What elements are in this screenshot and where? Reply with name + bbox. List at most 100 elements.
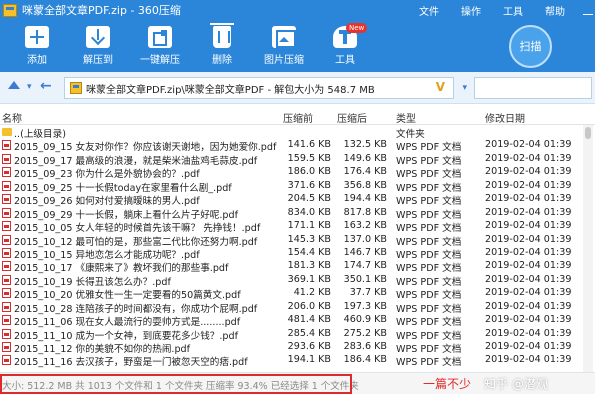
pdf-icon xyxy=(2,261,11,272)
file-size: 181.3 KB xyxy=(287,260,331,272)
image-compress-button[interactable]: 图片压缩 xyxy=(259,26,309,66)
path-field[interactable]: 咪蒙全部文章PDF.zip\咪蒙全部文章PDF - 解包大小为 548.7 MB… xyxy=(64,77,467,99)
up-arrow-icon[interactable] xyxy=(8,81,20,89)
column-modified[interactable]: 修改日期 xyxy=(485,110,525,125)
table-row[interactable]: 2015_11_16 去汉孩子，野蛮是一门被忽天空的痞.pdf 194.1 KB 1… xyxy=(0,353,595,369)
back-arrow-icon[interactable]: ← xyxy=(40,78,52,94)
menu-help[interactable]: 帮助 xyxy=(545,3,565,18)
extract-icon xyxy=(86,26,110,48)
pdf-icon xyxy=(2,194,11,205)
pdf-icon xyxy=(2,167,11,178)
file-compressed-size: 132.5 KB xyxy=(343,139,387,151)
pdf-icon xyxy=(2,180,11,191)
file-size: 481.4 KB xyxy=(287,314,331,326)
one-key-extract-icon xyxy=(148,26,172,48)
table-row[interactable]: 2015_10_20 优雅女性一生一定要看的50篇黄文.pdf 41.2 KB 37… xyxy=(0,286,595,301)
table-row[interactable]: 2015_11_12 你的美貌不如你的热闹.pdf 293.6 KB 283.6 K… xyxy=(0,340,595,355)
zip-app-icon xyxy=(3,3,17,17)
table-row[interactable]: 2015_09_23 你为什么是外貌协会的？.pdf 186.0 KB 176.4 … xyxy=(0,165,595,180)
menu-bar: 文件 操作 工具 帮助 xyxy=(397,0,595,20)
file-date: 2019-02-04 01:39 xyxy=(485,354,572,366)
search-input[interactable] xyxy=(474,77,592,99)
add-label: 添加 xyxy=(27,55,47,66)
file-date: 2019-02-04 01:39 xyxy=(485,300,572,312)
minimize-icon[interactable] xyxy=(583,5,593,15)
table-row[interactable]: 2015_10_19 长得丑该怎么办？.pdf 369.1 KB 350.1 KB W… xyxy=(0,273,595,288)
file-compressed-size: 197.3 KB xyxy=(343,300,387,312)
trash-icon xyxy=(210,23,234,48)
file-date: 2019-02-04 01:39 xyxy=(485,206,572,218)
table-row[interactable]: 2015_11_06 现在女人最流行的耍帅方式是........pdf 481.4… xyxy=(0,313,595,328)
file-list-header: 名称 压缩前 压缩后 类型 修改日期 xyxy=(0,107,595,125)
file-type: WPS PDF 文档 xyxy=(396,357,462,369)
file-compressed-size: 176.4 KB xyxy=(343,166,387,178)
file-date: 2019-02-04 01:39 xyxy=(485,220,572,232)
file-size: 145.3 KB xyxy=(287,233,331,245)
pdf-icon xyxy=(2,247,11,258)
image-compress-label: 图片压缩 xyxy=(264,55,304,66)
column-size[interactable]: 压缩前 xyxy=(283,110,313,125)
menu-operate[interactable]: 操作 xyxy=(461,3,481,18)
menu-tools[interactable]: 工具 xyxy=(503,3,523,18)
tools-label: 工具 xyxy=(335,55,355,66)
file-compressed-size: 817.8 KB xyxy=(343,206,387,218)
file-compressed-size: 137.0 KB xyxy=(343,233,387,245)
file-compressed-size: 194.4 KB xyxy=(343,193,387,205)
table-row[interactable]: 2015_10_15 异地恋怎么才能成功呢？.pdf 154.4 KB 146.7 … xyxy=(0,246,595,261)
extract-to-button[interactable]: 解压到 xyxy=(73,26,123,66)
bottom-strip xyxy=(0,394,595,409)
delete-button[interactable]: 删除 xyxy=(197,23,247,66)
scan-button[interactable]: 扫描 xyxy=(509,25,552,68)
file-date: 2019-02-04 01:39 xyxy=(485,139,572,151)
table-row[interactable]: 2015_09_25 十一长假today在家里看什么剧_.pdf 371.6 KB… xyxy=(0,179,595,194)
new-badge: New xyxy=(346,23,368,33)
file-size: 293.6 KB xyxy=(287,341,331,352)
table-row[interactable]: ..(上级目录) 文件夹 xyxy=(0,125,595,140)
file-compressed-size: 186.4 KB xyxy=(343,354,387,366)
one-key-extract-label: 一键解压 xyxy=(140,55,180,66)
file-compressed-size: 283.6 KB xyxy=(343,341,387,352)
pdf-icon xyxy=(2,342,11,352)
table-row[interactable]: 2015_10_12 最可怕的是，那些富二代比你还努力啊.pdf 145.3 KB… xyxy=(0,233,595,248)
table-row[interactable]: 2015_09_29 十一长假，躺床上看什么片子好呢.pdf 834.0 KB 81… xyxy=(0,206,595,221)
table-row[interactable]: 2015_09_26 如何对付爱搞暧昧的男人.pdf 204.5 KB 194.4 … xyxy=(0,192,595,207)
file-name: 2015_11_16 去汉孩子，野蛮是一门被忽天空的痞.pdf xyxy=(14,357,248,369)
pdf-icon xyxy=(2,288,11,299)
file-size: 371.6 KB xyxy=(287,179,331,191)
table-row[interactable]: 2015_10_28 连陪孩子的时间都没有，你成功个屁啊.pdf 206.0 KB… xyxy=(0,300,595,315)
table-row[interactable]: 2015_10_17 《康熙来了》教坏我们的那些事.pdf 181.3 KB 174… xyxy=(0,259,595,274)
file-compressed-size: 350.1 KB xyxy=(343,273,387,285)
table-row[interactable]: 2015_10_05 女人年轻的时候首先该干嘛？ 先挣钱！.pdf 171.1 K… xyxy=(0,219,595,234)
column-name[interactable]: 名称 xyxy=(2,110,22,125)
pdf-icon xyxy=(2,153,11,164)
extract-label: 解压到 xyxy=(83,55,113,66)
scrollbar-thumb[interactable] xyxy=(585,127,591,139)
chevron-down-icon[interactable]: ▾ xyxy=(27,82,32,92)
file-size: 285.4 KB xyxy=(287,327,331,339)
pdf-icon xyxy=(2,301,11,312)
file-size: 206.0 KB xyxy=(287,300,331,312)
status-bar: 大小: 512.2 MB 共 1013 个文件和 1 个文件夹 压缩率 93.4… xyxy=(0,372,595,394)
file-compressed-size: 146.7 KB xyxy=(343,246,387,258)
pdf-icon xyxy=(2,140,11,151)
path-dropdown-icon[interactable]: ▾ xyxy=(462,83,467,93)
file-date: 2019-02-04 01:39 xyxy=(485,341,572,352)
table-row[interactable]: 2015_11_10 成为一个女神，到底要花多少钱？.pdf 285.4 KB 27… xyxy=(0,327,595,342)
pdf-icon xyxy=(2,355,11,366)
table-row[interactable]: 2015_09_17 最高级的浪漫，就是柴米油盐鸡毛蒜皮.pdf 159.5 KB… xyxy=(0,152,595,167)
column-compressed[interactable]: 压缩后 xyxy=(337,110,367,125)
scrollbar[interactable] xyxy=(583,125,593,372)
pdf-icon xyxy=(2,328,11,339)
file-size: 204.5 KB xyxy=(287,193,331,205)
file-size: 159.5 KB xyxy=(287,152,331,164)
v-mark-icon[interactable]: V xyxy=(436,80,445,94)
file-date: 2019-02-04 01:39 xyxy=(485,152,572,164)
one-key-extract-button[interactable]: 一键解压 xyxy=(135,26,185,66)
menu-file[interactable]: 文件 xyxy=(419,3,439,18)
table-row[interactable]: 2015_09_15 女友对你作？你应该谢天谢地，因为她爱你.pdf 141.6 … xyxy=(0,138,595,153)
file-size: 834.0 KB xyxy=(287,206,331,218)
image-icon xyxy=(272,26,296,48)
file-date: 2019-02-04 01:39 xyxy=(485,233,572,245)
add-button[interactable]: 添加 xyxy=(12,26,62,66)
column-type[interactable]: 类型 xyxy=(396,110,416,125)
